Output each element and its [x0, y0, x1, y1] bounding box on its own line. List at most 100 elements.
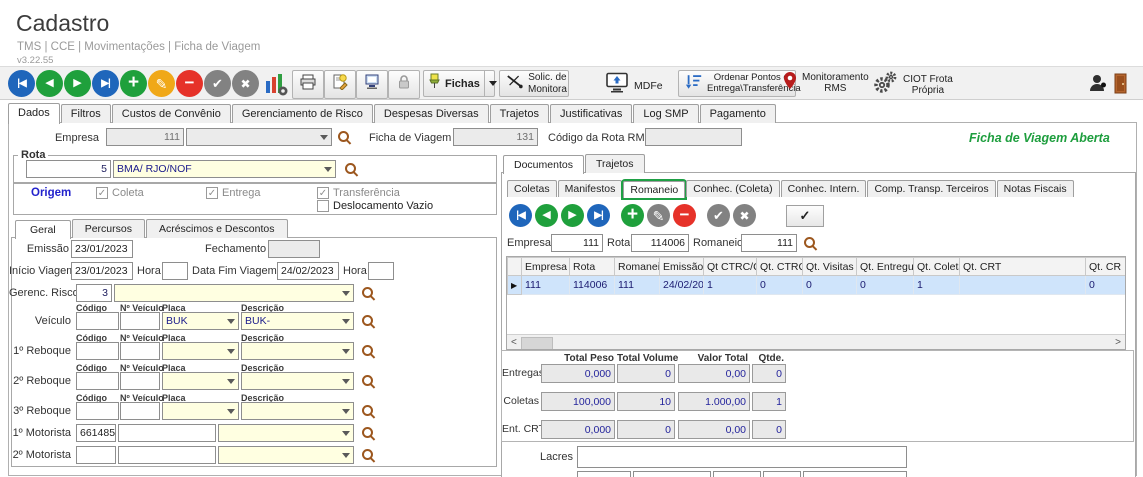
tab-notas-fiscais[interactable]: Notas Fiscais — [997, 180, 1074, 197]
tab-custos-convenio[interactable]: Custos de Convênio — [112, 104, 231, 123]
motorista1-nome-field[interactable] — [118, 424, 216, 442]
reboque2-descricao-combo[interactable] — [241, 372, 354, 390]
empresa-search-icon[interactable] — [337, 130, 352, 145]
romaneio-delete-button[interactable] — [673, 204, 696, 227]
motorista1-search-icon[interactable] — [361, 426, 376, 441]
fichas-dropdown-arrow[interactable] — [484, 71, 497, 96]
hora-inicio-field[interactable] — [162, 262, 188, 280]
reboque3-search-icon[interactable] — [361, 404, 376, 419]
tab-acrescimos-descontos[interactable]: Acréscimos e Descontos — [146, 219, 288, 238]
tab-justificativas[interactable]: Justificativas — [550, 104, 632, 123]
reboque2-codigo-field[interactable] — [76, 372, 119, 390]
reboque2-numero-field[interactable] — [120, 372, 160, 390]
nav-next-button[interactable] — [64, 70, 91, 97]
romaneio-confirm-button[interactable] — [707, 204, 730, 227]
tab-percursos[interactable]: Percursos — [72, 219, 145, 238]
solic-monitora-button[interactable]: Solic. de Monitora — [499, 70, 569, 97]
hora-fim-field[interactable] — [368, 262, 394, 280]
transferencia-checkbox[interactable]: Transferência — [317, 187, 400, 199]
entrega-checkbox[interactable]: Entrega — [206, 187, 261, 199]
nav-last-button[interactable] — [92, 70, 119, 97]
tab-trajetos[interactable]: Trajetos — [490, 104, 549, 123]
scroll-thumb[interactable] — [521, 337, 553, 350]
grid-col-qtcr[interactable]: Qt. CR — [1086, 258, 1127, 276]
reboque1-numero-field[interactable] — [120, 342, 160, 360]
grid-col-qtcoleta[interactable]: Qt. Coleta — [914, 258, 960, 276]
tab-romaneio[interactable]: Romaneio — [623, 181, 685, 198]
lock-button[interactable] — [388, 70, 420, 99]
veiculo-search-icon[interactable] — [361, 314, 376, 329]
scroll-left-icon[interactable]: < — [511, 337, 517, 348]
monitoramento-rms-button[interactable]: Monitoramento RMS — [783, 71, 869, 95]
reboque3-descricao-combo[interactable] — [241, 402, 354, 420]
motorista2-nome-field[interactable] — [118, 446, 216, 464]
user-icon[interactable] — [1088, 74, 1108, 97]
romaneio-edit-button[interactable] — [647, 204, 670, 227]
rota-search-icon[interactable] — [344, 162, 359, 177]
grid-col-qtctrccol[interactable]: Qt CTRC/Col — [704, 258, 757, 276]
grid-col-qtvisitas[interactable]: Qt. Visitas — [803, 258, 857, 276]
grid-col-qtctrc[interactable]: Qt. CTRC — [757, 258, 803, 276]
cancel-button[interactable] — [232, 70, 259, 97]
exit-door-icon[interactable] — [1113, 72, 1128, 99]
tab-manifestos[interactable]: Manifestos — [558, 180, 623, 197]
romaneio-nav-last-button[interactable] — [587, 204, 610, 227]
coleta-checkbox[interactable]: Coleta — [96, 187, 144, 199]
romaneio-nav-first-button[interactable] — [509, 204, 532, 227]
rota-code-field[interactable]: 5 — [26, 160, 111, 178]
confirm-button[interactable] — [204, 70, 231, 97]
tab-conhec-coleta[interactable]: Conhec. (Coleta) — [686, 180, 779, 197]
data-fim-viagem-field[interactable]: 24/02/2023 — [277, 262, 339, 280]
reboque1-descricao-combo[interactable] — [241, 342, 354, 360]
print-button[interactable] — [292, 70, 324, 99]
scroll-right-icon[interactable]: > — [1115, 337, 1121, 348]
romaneio-romaneio-field[interactable]: 111 — [741, 234, 797, 252]
reboque2-search-icon[interactable] — [361, 374, 376, 389]
nav-prev-button[interactable] — [36, 70, 63, 97]
grid-col-qtentregue[interactable]: Qt. Entregue — [857, 258, 914, 276]
ciot-frota-button[interactable]: CIOT Frota Própria — [872, 71, 953, 99]
rota-descricao-combo[interactable]: BMA/ RJO/NOF — [113, 160, 336, 178]
bottom-field-2[interactable] — [633, 471, 711, 477]
deslocamento-vazio-checkbox[interactable]: Deslocamento Vazio — [317, 200, 433, 212]
tab-geral[interactable]: Geral — [15, 220, 71, 239]
romaneio-search-icon[interactable] — [803, 236, 818, 251]
veiculo-numero-field[interactable] — [120, 312, 160, 330]
grid-col-qtcrt[interactable]: Qt. CRT — [960, 258, 1086, 276]
veiculo-descricao-combo[interactable]: BUK- — [241, 312, 354, 330]
grid-hscrollbar[interactable]: < > — [507, 334, 1125, 349]
ordenar-pontos-button[interactable]: Ordenar Pontos de Entrega\Transferência — [678, 70, 796, 97]
bottom-field-4[interactable] — [763, 471, 801, 477]
reboque3-codigo-field[interactable] — [76, 402, 119, 420]
motorista1-codigo-field[interactable]: 661485 — [76, 424, 116, 442]
grid-col-empresa[interactable]: Empresa — [522, 258, 570, 276]
table-row[interactable]: 111 114006 111 24/02/2023 1 0 0 0 1 0 — [508, 276, 1127, 295]
tab-comp-transp-terceiros[interactable]: Comp. Transp. Terceiros — [867, 180, 995, 197]
reboque3-numero-field[interactable] — [120, 402, 160, 420]
lacres-field[interactable] — [577, 446, 907, 468]
reboque1-placa-combo[interactable] — [162, 342, 239, 360]
gerenc-risco-search-icon[interactable] — [361, 286, 376, 301]
romaneio-check-button[interactable] — [786, 205, 824, 227]
empresa-name-combo[interactable] — [186, 128, 332, 146]
tab-despesas-diversas[interactable]: Despesas Diversas — [374, 104, 489, 123]
inicio-viagem-field[interactable]: 23/01/2023 — [71, 262, 133, 280]
tab-log-smp[interactable]: Log SMP — [633, 104, 698, 123]
grid-col-romaneio[interactable]: Romaneio — [615, 258, 660, 276]
grid-col-rota[interactable]: Rota — [570, 258, 615, 276]
romaneio-nav-prev-button[interactable] — [535, 204, 558, 227]
tab-gerenciamento-risco[interactable]: Gerenciamento de Risco — [232, 104, 373, 123]
motorista1-combo[interactable] — [218, 424, 354, 442]
grid-col-emissao[interactable]: Emissão — [660, 258, 704, 276]
ficha-viagem-field[interactable]: 131 — [453, 128, 538, 146]
reboque3-placa-combo[interactable] — [162, 402, 239, 420]
veiculo-codigo-field[interactable] — [76, 312, 119, 330]
tab-conhec-intern[interactable]: Conhec. Intern. — [781, 180, 867, 197]
romaneio-cancel-button[interactable] — [733, 204, 756, 227]
gerenc-risco-code-field[interactable]: 3 — [76, 284, 112, 302]
print-preview-button[interactable] — [356, 70, 388, 99]
bottom-field-5[interactable] — [803, 471, 907, 477]
tab-filtros[interactable]: Filtros — [61, 104, 111, 123]
edit-button[interactable] — [148, 70, 175, 97]
gerenc-risco-combo[interactable] — [114, 284, 354, 302]
